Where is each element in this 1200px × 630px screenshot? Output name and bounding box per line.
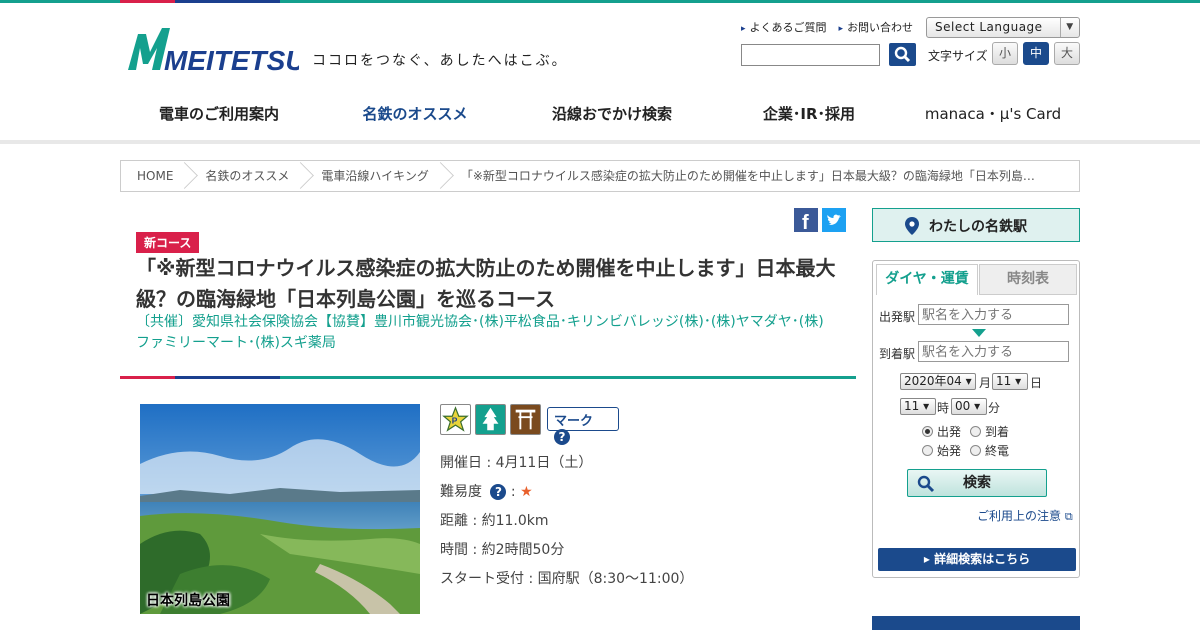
global-nav: 電車のご利用案内 名鉄のオススメ 沿線おでかけ検索 企業･IR･採用 manac… [120,92,1080,144]
twitter-icon [822,208,846,232]
top-accent-bar [0,0,1200,3]
tab-timetable[interactable]: 時刻表 [979,264,1077,295]
utility-links: よくあるご質問 お問い合わせ [741,19,914,35]
start-reception: スタート受付 : 国府駅（8:30～11:00） [440,571,694,587]
breadcrumb-hiking[interactable]: 電車沿線ハイキング [305,161,444,191]
breadcrumb-home[interactable]: HOME [121,161,189,191]
hour-unit: 時 [937,401,950,415]
svg-text:P: P [452,416,458,426]
nav-outing-search[interactable]: 沿線おでかけ検索 [512,92,712,144]
language-select[interactable]: Select Language ▼ [926,17,1080,38]
nav-divider [0,140,1200,144]
radio-checked-icon [922,426,933,437]
from-label: 出発駅 [879,310,916,324]
my-station-button[interactable]: わたしの名鉄駅 [872,208,1080,242]
nav-train-guide[interactable]: 電車のご利用案内 [120,92,318,144]
difficulty-label: 難易度 [440,484,482,500]
search-icon [917,475,935,493]
hour-select[interactable]: 11 ▾ [900,398,936,415]
tagline: ココロをつなぐ、あしたへはこぶ。 [312,53,568,69]
route-search-panel: ダイヤ・運賃 時刻表 出発駅 到着駅 2020年04 ▾ 月 11 ▾ 日 11… [872,260,1080,578]
arrow-down-icon [972,329,986,337]
font-size-medium-button[interactable]: 中 [1023,42,1049,65]
my-station-label: わたしの名鉄駅 [929,219,1027,235]
minute-select[interactable]: 00 ▾ [951,398,987,415]
radio-last[interactable]: 終電 [970,442,1009,459]
usage-note-link[interactable]: ご利用上の注意 ⧉ [977,507,1073,524]
font-size-large-button[interactable]: 大 [1054,42,1080,65]
external-window-icon: ⧉ [1064,510,1073,523]
faq-link[interactable]: よくあるご質問 [741,19,827,35]
mark-help-button[interactable]: マーク ? [547,407,619,445]
question-icon: ? [554,429,570,445]
tree-icon [475,404,506,435]
mark-help-label: マーク [554,414,594,429]
route-search-button[interactable]: 検索 [907,469,1047,497]
font-size-label: 文字サイズ [928,49,988,63]
new-course-badge: 新コース [136,232,200,253]
nav-recommend[interactable]: 名鉄のオススメ [322,92,508,144]
title-divider [120,376,856,379]
nav-corporate[interactable]: 企業･IR･採用 [716,92,902,144]
from-station-input[interactable] [918,304,1069,325]
meitetsu-logo[interactable]: MEITETSU [124,24,306,76]
to-label: 到着駅 [879,347,916,361]
breadcrumb: HOME 名鉄のオススメ 電車沿線ハイキング 「※新型コロナウイルス感染症の拡大… [120,160,1080,192]
to-station-input[interactable] [918,341,1069,362]
facebook-share-button[interactable]: f [794,208,818,236]
chevron-down-icon: ▼ [1060,18,1079,37]
twitter-share-button[interactable] [822,208,846,236]
course-mark-icons: P [440,404,541,435]
font-size-small-button[interactable]: 小 [992,42,1018,65]
difficulty-help-icon[interactable]: ? [490,484,507,500]
svg-text:f: f [802,212,809,232]
facebook-icon: f [794,208,818,234]
nav-manaca[interactable]: manaca・μ's Card [906,92,1080,144]
search-button[interactable] [889,43,916,66]
course-photo: 日本列島公園 [140,404,420,614]
parking-star-icon: P [440,404,471,435]
difficulty-row: 難易度 ? : ★ [440,484,533,500]
site-search-input[interactable] [741,44,880,66]
shrine-icon [510,404,541,435]
logo-wordmark: MEITETSU [164,45,299,74]
language-select-label: Select Language [935,20,1043,34]
radio-depart[interactable]: 出発 [922,423,961,440]
difficulty-stars: ★ [520,484,533,500]
minute-unit: 分 [988,401,1001,415]
breadcrumb-recommend[interactable]: 名鉄のオススメ [189,161,305,191]
year-month-select[interactable]: 2020年04 ▾ [900,373,976,390]
radio-first[interactable]: 始発 [922,442,961,459]
breadcrumb-current: 「※新型コロナウイルス感染症の拡大防止のため開催を中止します」日本最大級？の臨海… [460,169,1035,183]
route-search-label: 検索 [963,475,991,491]
day-select[interactable]: 11 ▾ [992,373,1028,390]
duration: 時間 : 約2時間50分 [440,542,565,558]
distance: 距離 : 約11.0km [440,513,549,529]
event-date: 開催日 : 4月11日（土） [440,455,593,471]
search-icon [894,46,911,63]
page-title: 「※新型コロナウイルス感染症の拡大防止のため開催を中止します」日本最大級？の臨海… [136,256,836,311]
tab-fare[interactable]: ダイヤ・運賃 [876,264,978,295]
day-unit: 日 [1030,376,1043,390]
radio-arrive[interactable]: 到着 [970,423,1009,440]
contact-link[interactable]: お問い合わせ [839,19,913,35]
month-unit: 月 [979,376,992,390]
map-pin-icon [905,217,919,235]
sponsor-text: 〔共催〕愛知県社会保険協会【協賛】豊川市観光協会･(株)平松食品･キリンビバレッ… [136,314,824,351]
photo-caption: 日本列島公園 [146,593,230,609]
sidebar-next-panel [872,616,1080,630]
detail-search-button[interactable]: ▸ 詳細検索はこちら [878,548,1076,571]
